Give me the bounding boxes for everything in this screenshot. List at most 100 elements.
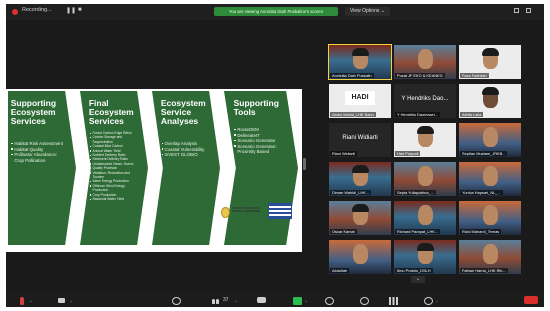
list-item: Seasonal Water Yield: [89, 197, 136, 201]
apps-icon: [424, 297, 433, 305]
share-screen-button[interactable]: ^: [293, 295, 313, 305]
participant-name: Septa Yuliaputrina_...: [395, 190, 436, 195]
panel-list: RouteDEM DelineateIT Scenario Generator …: [234, 127, 284, 155]
chat-icon: [257, 297, 266, 303]
participant-name: Abdul Wahid_LHK Bahn: [330, 112, 376, 117]
security-button[interactable]: [172, 295, 184, 305]
participant-name-display: Y Hendriks Dao...: [401, 96, 449, 102]
split-view-handle[interactable]: [303, 158, 306, 170]
minimize-icon[interactable]: [514, 8, 519, 13]
participant-name: Rizki Mahardi_Temas: [460, 229, 502, 234]
participant-tile[interactable]: Rizki Mahardi_Temas: [459, 201, 521, 235]
university-seal-logo: [221, 207, 230, 218]
video-options-caret[interactable]: ^: [70, 299, 72, 304]
participant-video: [353, 244, 368, 264]
slide-panel-supporting-tools: Supporting Tools RouteDEM DelineateIT Sc…: [224, 91, 298, 245]
panel-title: Final Ecosystem Services: [88, 98, 134, 126]
recording-icon: [12, 9, 18, 15]
participant-video: [418, 166, 433, 186]
participant-name: Riani Widiarti: [330, 151, 357, 156]
participant-name: Yunica Hapsari_NL_...: [460, 190, 503, 195]
participant-tile[interactable]: Athifa Laila: [459, 84, 521, 118]
participant-tile[interactable]: Annisitia Diah Puskalin: [328, 44, 392, 80]
participant-name: Fathan Harna_LHK Rib...: [460, 268, 508, 273]
gallery-view-button[interactable]: [389, 295, 401, 305]
participant-video: [483, 244, 498, 264]
list-item: Pollinator Abundance: Crop Pollination: [11, 152, 63, 163]
chat-button[interactable]: [257, 295, 269, 305]
muted-mic-icon: [20, 297, 24, 305]
participants-icon: [212, 297, 221, 305]
zoom-window: Recording... ❚❚ ■ You are viewing Annisi…: [6, 4, 544, 307]
participant-name: Faza Fadhilah: [460, 73, 489, 78]
slide-panel-supporting-ecosystem-services: Supporting Ecosystem Services Habitat Ri…: [8, 91, 76, 245]
apps-button[interactable]: ^: [424, 295, 444, 305]
video-camera-icon: [58, 298, 65, 303]
stop-recording-button[interactable]: ■: [78, 7, 82, 13]
panel-list: Overlap Analysis Coastal Vulnerability I…: [161, 141, 208, 158]
participant-name: Annisitia Diah Puskalin: [330, 73, 374, 78]
participants-options-caret[interactable]: ^: [235, 299, 237, 304]
participant-tile[interactable]: Y Hendriks Dao... Y Hendriks Daomasel...: [394, 84, 456, 118]
recording-status: Recording...: [22, 7, 52, 13]
participant-tile[interactable]: Faza Fadhilah: [459, 45, 521, 79]
participant-tile[interactable]: Pusat JF EKO & KEANEG: [394, 45, 456, 79]
participant-name-display: Riani Widiarti: [342, 135, 378, 141]
shield-icon: [172, 297, 181, 305]
participants-button[interactable]: 37 ^: [212, 295, 242, 305]
reactions-button[interactable]: [360, 295, 372, 305]
list-item: Scenario Generator: Proximity Based: [234, 144, 284, 155]
participant-tile[interactable]: Ibnu Pratolo_DSLH: [394, 240, 456, 274]
participant-name: Hari Prayudi: [395, 151, 421, 156]
meeting-toolbar: ^ ^ 37 ^ ^ ^: [6, 292, 544, 307]
participant-video: [418, 49, 433, 69]
mute-button[interactable]: ^: [18, 295, 38, 305]
leave-meeting-button[interactable]: [524, 295, 540, 305]
slide-panel-ecosystem-service-analyses: Ecosystem Service Analyses Overlap Analy…: [152, 91, 220, 245]
participant-tile[interactable]: Septa Yuliaputrina_...: [394, 162, 456, 196]
reactions-icon: [360, 297, 369, 305]
participant-name: Diman Wahidi_LHK...: [330, 190, 372, 195]
panel-title: Ecosystem Service Analyses: [160, 98, 206, 126]
fullscreen-icon[interactable]: [526, 8, 531, 13]
gallery-next-page-button[interactable]: ⌄: [411, 276, 425, 283]
view-options-button[interactable]: View Options ⌄: [345, 7, 390, 16]
participant-name: Athifa Laila: [460, 112, 484, 117]
participant-tile[interactable]: Abdullah: [329, 240, 391, 274]
pause-recording-button[interactable]: ❚❚: [66, 7, 76, 14]
participant-video: [417, 126, 434, 147]
participant-name: Septian Mustam_JRKB...: [460, 151, 508, 156]
record-button[interactable]: [325, 295, 337, 305]
participant-name: Y Hendriks Daomasel...: [395, 112, 440, 117]
participant-tile[interactable]: Yunica Hapsari_NL_...: [459, 162, 521, 196]
participant-tile[interactable]: Diman Wahidi_LHK...: [329, 162, 391, 196]
participant-video: [352, 165, 369, 186]
slide-panel-final-ecosystem-services: Final Ecosystem Services Forest Carbon E…: [80, 91, 148, 245]
meeting-top-bar: Recording... ❚❚ ■ You are viewing Annisi…: [6, 4, 544, 20]
list-item: Offshore Wind Energy Production: [89, 184, 136, 193]
participant-tile[interactable]: Septian Mustam_JRKB...: [459, 123, 521, 157]
participant-video: [352, 204, 369, 225]
participant-tile[interactable]: Hari Prayudi: [394, 123, 456, 157]
participant-video: [482, 87, 499, 108]
participant-tile[interactable]: Richard Parapat_LHK...: [394, 201, 456, 235]
participant-tile[interactable]: Riani Widiarti Riani Widiarti: [329, 123, 391, 157]
apps-options-caret[interactable]: ^: [436, 299, 438, 304]
partner-logo: [268, 203, 292, 219]
share-options-caret[interactable]: ^: [305, 299, 307, 304]
university-logo-text: INSTITUT TEKNOLOGI SEPULUH NOPEMBER: [232, 207, 261, 214]
mic-options-caret[interactable]: ^: [30, 299, 32, 304]
viewing-screen-banner: You are viewing Annisitia Diah Puskaline…: [214, 7, 338, 16]
participant-tile[interactable]: Fathan Harna_LHK Rib...: [459, 240, 521, 274]
participant-tile[interactable]: Oscar Kamal: [329, 201, 391, 235]
participant-tile[interactable]: HADI Abdul Wahid_LHK Bahn: [329, 84, 391, 118]
participant-name: Oscar Kamal: [330, 229, 357, 234]
participant-name: Richard Parapat_LHK...: [395, 229, 441, 234]
participant-video: [483, 127, 498, 147]
gallery-grid-icon: [389, 297, 398, 305]
participants-count: 37: [223, 297, 229, 303]
start-video-button[interactable]: ^: [58, 295, 78, 305]
panel-title: Supporting Ecosystem Services: [10, 98, 57, 126]
panel-list: Forest Carbon Edge Effect Carbon Storage…: [89, 131, 136, 202]
panel-title: Supporting Tools: [233, 98, 279, 117]
